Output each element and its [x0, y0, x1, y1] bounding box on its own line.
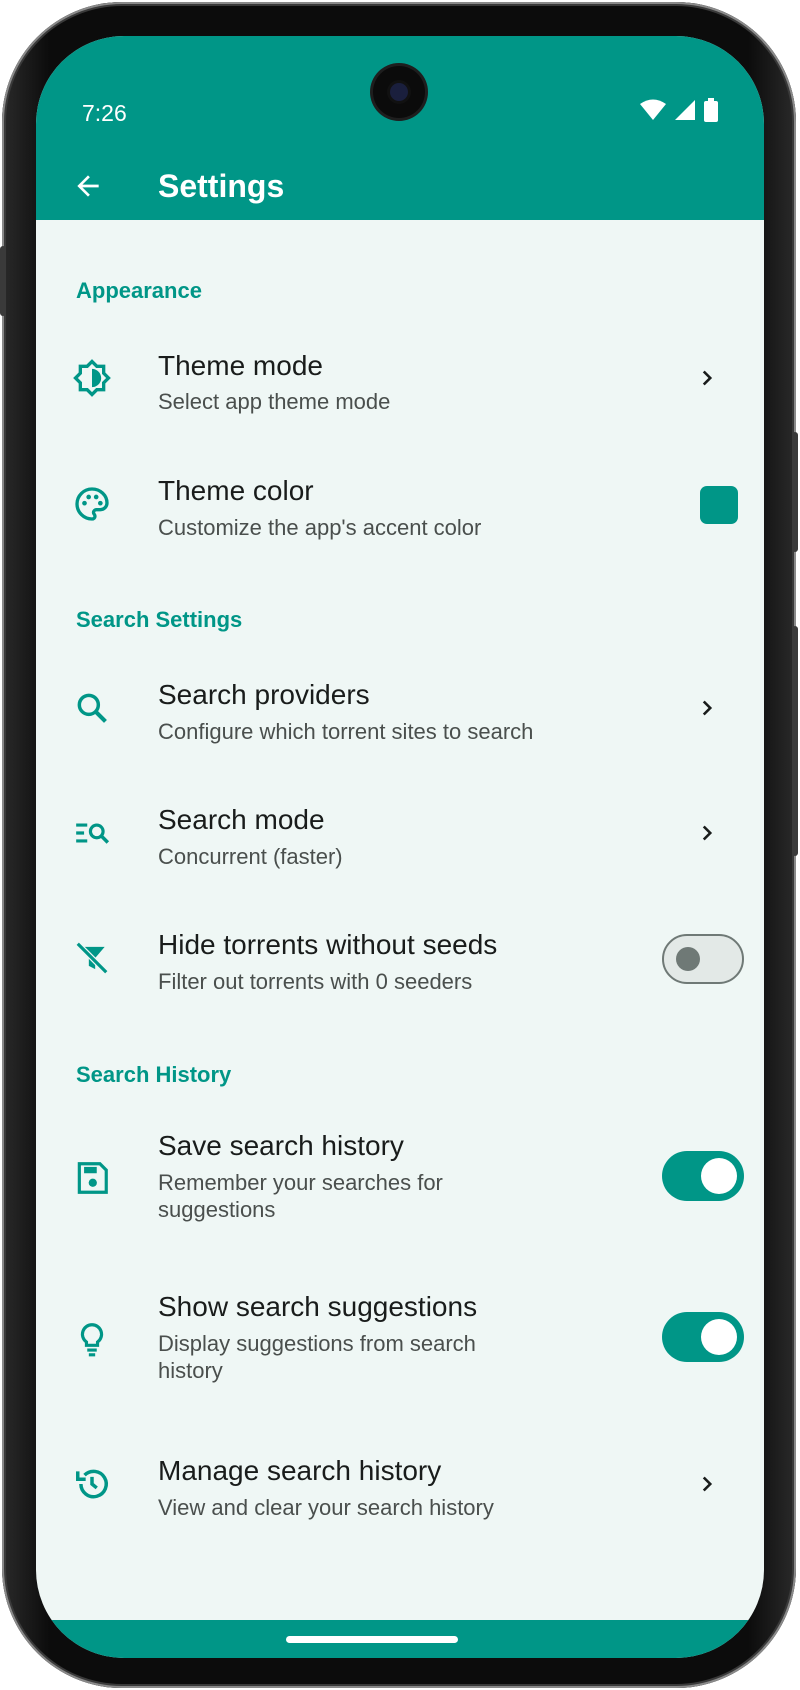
app-bar: 7:26 Settings — [36, 36, 764, 220]
setting-search-mode[interactable]: Search mode Concurrent (faster) — [36, 771, 764, 895]
section-header-search-settings: Search Settings — [76, 607, 243, 632]
setting-subtitle: View and clear your search history — [158, 1495, 494, 1520]
side-button — [792, 626, 798, 856]
page-title: Settings — [158, 168, 285, 204]
setting-save-history[interactable]: Save search history Remember your search… — [36, 1100, 764, 1260]
filter-off-icon — [70, 936, 114, 980]
toggle-knob — [701, 1158, 737, 1194]
setting-subtitle: Select app theme mode — [158, 389, 391, 414]
setting-title: Save search history — [158, 1130, 404, 1161]
setting-title: Theme color — [158, 475, 314, 506]
toggle-knob — [676, 947, 700, 971]
save-icon — [70, 1156, 114, 1200]
battery-icon — [704, 98, 718, 122]
section-header-appearance: Appearance — [76, 278, 202, 303]
wifi-icon — [640, 99, 666, 120]
setting-theme-color[interactable]: Theme color Customize the app's accent c… — [36, 442, 764, 566]
search-icon — [70, 686, 114, 730]
gesture-nav-bar — [36, 1620, 764, 1658]
status-icons — [640, 98, 718, 122]
setting-title: Search mode — [158, 804, 325, 835]
setting-show-suggestions[interactable]: Show search suggestions Display suggesti… — [36, 1261, 764, 1421]
chevron-right-icon — [692, 363, 722, 393]
setting-title: Hide torrents without seeds — [158, 929, 498, 960]
brightness-icon — [70, 356, 114, 400]
toggle-knob — [701, 1319, 737, 1355]
back-button[interactable] — [60, 158, 116, 214]
palette-icon — [70, 482, 114, 526]
setting-subtitle: Filter out torrents with 0 seeders — [158, 969, 473, 994]
screen: 7:26 Settings Appearance Theme mode Sele… — [36, 36, 764, 1658]
phone-frame: 7:26 Settings Appearance Theme mode Sele… — [0, 2, 798, 1688]
toggle-switch[interactable] — [662, 1312, 744, 1362]
lightbulb-icon — [70, 1317, 114, 1361]
setting-subtitle: Remember your searches for suggestions — [158, 1170, 443, 1222]
history-icon — [70, 1462, 114, 1506]
arrow-left-icon — [77, 175, 99, 197]
signal-icon — [675, 100, 695, 120]
chevron-right-icon — [692, 1469, 722, 1499]
home-handle[interactable] — [286, 1636, 458, 1643]
front-camera — [373, 66, 425, 118]
volume-button — [792, 432, 798, 552]
setting-subtitle: Display suggestions from search history — [158, 1331, 476, 1383]
setting-title: Theme mode — [158, 350, 323, 381]
section-header-search-history: Search History — [76, 1062, 232, 1087]
setting-title: Show search suggestions — [158, 1291, 478, 1322]
status-time: 7:26 — [82, 100, 127, 126]
setting-subtitle: Customize the app's accent color — [158, 515, 482, 540]
chevron-right-icon — [692, 693, 722, 723]
setting-manage-history[interactable]: Manage search history View and clear you… — [36, 1422, 764, 1546]
toggle-switch[interactable] — [662, 1151, 744, 1201]
setting-title: Search providers — [158, 679, 370, 710]
chevron-right-icon — [692, 818, 722, 848]
setting-subtitle: Concurrent (faster) — [158, 844, 343, 869]
setting-subtitle: Configure which torrent sites to search — [158, 719, 534, 744]
setting-search-providers[interactable]: Search providers Configure which torrent… — [36, 646, 764, 770]
setting-hide-no-seeds[interactable]: Hide torrents without seeds Filter out t… — [36, 896, 764, 1020]
setting-theme-mode[interactable]: Theme mode Select app theme mode — [36, 316, 764, 440]
setting-title: Manage search history — [158, 1455, 442, 1486]
toggle-switch[interactable] — [662, 934, 744, 984]
search-list-icon — [70, 811, 114, 855]
power-button — [0, 246, 6, 316]
color-swatch[interactable] — [700, 486, 738, 524]
